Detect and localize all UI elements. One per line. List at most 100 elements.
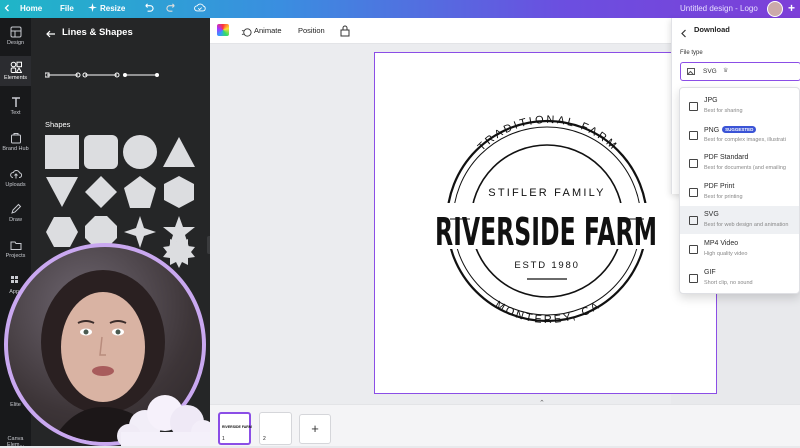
rail-label: Elements [4,75,27,81]
page-number: 2 [263,436,266,442]
file-type-select[interactable]: SVG ♛ [680,62,800,81]
image-file-icon [689,130,698,140]
rail-label: Elite [10,402,21,408]
circle-shape[interactable] [123,135,157,169]
triangle-shape[interactable] [162,135,196,169]
hexagon-shape[interactable] [162,175,196,209]
logo-arc-top: TRADITIONAL FARM [476,114,621,154]
file-type-option-svg[interactable]: SVG Best for web design and animation [680,206,799,235]
shapes-heading: Shapes [45,120,71,129]
back-arrow-icon[interactable] [31,22,55,38]
back-chevron-icon[interactable] [680,25,688,43]
home-link[interactable]: Home [20,4,42,13]
pen-icon [10,203,21,214]
doc-file-icon [689,187,698,197]
option-description: Best for complex images, illustrati [704,136,786,143]
pentagon-shape[interactable] [123,175,157,209]
decorative-cloud [117,395,215,446]
menu-icon[interactable] [2,3,12,15]
animate-button[interactable]: Animate [254,26,282,35]
file-type-option-png[interactable]: PNG SUGGESTED Best for complex images, ill… [680,121,799,149]
undo-icon[interactable] [143,2,154,15]
rail-item-brand-hub[interactable]: Brand Hub [0,132,31,152]
inverted-triangle-shape[interactable] [45,175,79,209]
option-name: PDF Print [704,182,735,190]
add-page-button[interactable]: + [299,414,331,444]
selected-file-type: SVG [703,68,717,75]
rail-label: Design [6,40,25,46]
option-description: High quality video [704,251,748,257]
option-name: PNG SUGGESTED [704,125,757,134]
file-type-option-pdf-print[interactable]: PDF Print Best for printing [680,178,799,206]
hexagon-flat-shape[interactable] [45,215,79,249]
design-page[interactable]: TRADITIONAL FARM MONTEREY, CA STIFLER FA… [374,52,717,394]
logo-family-line: STIFLER FAMILY [488,187,605,199]
rail-label: Brand Hub [2,146,29,152]
farm-logo[interactable]: TRADITIONAL FARM MONTEREY, CA STIFLER FA… [375,53,715,392]
rail-label: Projects [5,253,26,259]
rail-item-projects[interactable]: Projects [0,239,31,259]
rail-item-design[interactable]: Design [0,26,31,46]
diamond-shape[interactable] [84,175,118,209]
rail-item-canva-elements[interactable]: Canva Elem... [0,436,31,448]
logo-estd: ESTD 1980 [514,260,579,271]
apps-icon [10,276,18,283]
position-button[interactable]: Position [298,26,325,35]
option-name: PDF Standard [704,154,749,162]
rail-label: Canva Elem... [6,436,25,448]
download-title: Download [694,25,730,34]
option-description: Best for web design and animation [704,222,789,229]
rail-label: Text [10,110,21,116]
file-type-option-pdf-standard[interactable]: PDF Standard Best for documents (and emai… [680,149,799,177]
rail-item-draw[interactable]: Draw [0,203,31,223]
four-point-star-shape[interactable] [123,215,157,249]
option-name: SVG [704,211,719,219]
rail-label: Draw [9,217,22,223]
page-number: 1 [222,436,225,442]
file-menu[interactable]: File [60,4,74,13]
page-thumbnail-2[interactable]: 2 [259,412,292,445]
file-type-option-gif[interactable]: GIF Short clip, no sound [680,264,799,292]
video-file-icon [689,245,698,254]
option-name: JPG [704,97,718,104]
option-description: Best for printing [704,193,743,200]
option-description: Best for documents (and emailing [704,165,786,172]
page-thumbnail-1[interactable]: RIVERSIDE FARM 1 [218,412,252,445]
square-shape[interactable] [45,135,79,169]
option-name: GIF [704,268,716,276]
elements-icon [10,61,22,73]
thumb-logo-text: RIVERSIDE FARM [222,425,252,429]
rail-item-text[interactable]: Text [0,96,31,116]
file-type-option-mp4-video[interactable]: MP4 Video High quality video [680,235,799,263]
file-type-dropdown: JPG Best for sharing PNG SUGGESTED Best for … [679,87,800,294]
brand-icon [10,133,21,144]
rail-item-elements[interactable]: Elements [0,56,31,86]
logo-arc-bottom: MONTEREY, CA [493,299,603,326]
image-file-icon [687,68,695,75]
suggested-badge: SUGGESTED [722,125,757,133]
redo-icon[interactable] [166,2,177,15]
rounded-square-shape[interactable] [84,135,118,169]
image-file-icon [689,216,698,226]
rail-label: Uploads [5,182,26,188]
document-title[interactable]: Untitled design - Logo [680,4,758,13]
file-type-label: File type [680,50,703,56]
magic-icon [88,3,97,14]
avatar[interactable] [767,1,783,17]
resize-button[interactable]: Resize [100,4,125,13]
add-button[interactable]: + [788,1,795,15]
gif-file-icon [689,273,698,283]
lock-icon[interactable] [340,24,350,42]
image-file-icon [689,102,698,111]
folder-icon [10,241,21,250]
cloud-upload-icon [9,169,22,179]
color-picker-icon[interactable] [217,24,229,36]
animate-icon [241,25,252,43]
doc-file-icon [689,159,698,169]
layout-icon [10,26,21,38]
rail-item-uploads[interactable]: Uploads [0,168,31,188]
logo-main-text: RIVERSIDE FARM [435,210,657,254]
option-name: MP4 Video [704,240,739,247]
lines-row[interactable] [45,68,195,82]
file-type-option-jpg[interactable]: JPG Best for sharing [680,92,799,120]
